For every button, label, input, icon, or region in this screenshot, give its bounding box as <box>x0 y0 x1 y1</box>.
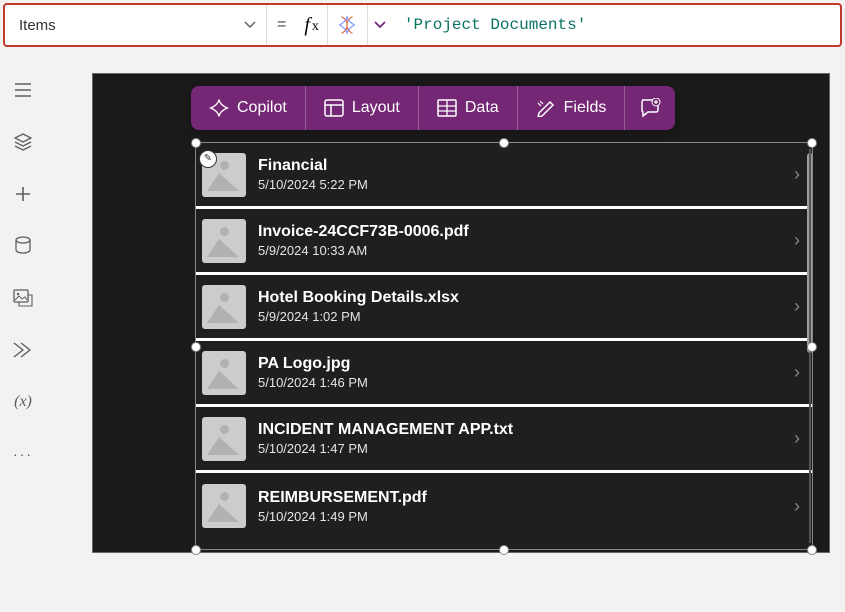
row-subtitle: 5/10/2024 1:49 PM <box>258 509 782 524</box>
scrollbar[interactable] <box>807 153 812 353</box>
comment-plus-icon <box>639 98 661 118</box>
gallery-row[interactable]: ✎ Financial 5/10/2024 5:22 PM › <box>196 143 812 209</box>
row-subtitle: 5/10/2024 1:46 PM <box>258 375 782 390</box>
resize-handle[interactable] <box>807 342 817 352</box>
thumbnail-icon <box>202 484 246 528</box>
gallery-row[interactable]: REIMBURSEMENT.pdf 5/10/2024 1:49 PM › <box>196 473 812 539</box>
insert-button[interactable] <box>11 182 35 206</box>
toolbar-fields-label: Fields <box>564 99 607 117</box>
copilot-icon <box>209 98 229 118</box>
gallery-row[interactable]: PA Logo.jpg 5/10/2024 1:46 PM › <box>196 341 812 407</box>
resize-handle[interactable] <box>807 545 817 555</box>
row-title: Invoice-24CCF73B-0006.pdf <box>258 223 782 241</box>
toolbar-data-label: Data <box>465 99 499 117</box>
chevron-right-icon[interactable]: › <box>794 362 800 383</box>
thumbnail-icon <box>202 285 246 329</box>
property-selector[interactable]: Items <box>5 5 267 45</box>
row-subtitle: 5/9/2024 10:33 AM <box>258 243 782 258</box>
variable-icon: (x) <box>14 393 32 411</box>
formula-bar: Items = fx 'Project Documents' <box>3 3 842 47</box>
fx-icon: f <box>304 14 310 37</box>
thumbnail-icon <box>202 219 246 263</box>
property-name: Items <box>19 17 56 34</box>
layers-icon <box>13 132 33 152</box>
gallery-row[interactable]: INCIDENT MANAGEMENT APP.txt 5/10/2024 1:… <box>196 407 812 473</box>
chevron-right-icon[interactable]: › <box>794 164 800 185</box>
database-icon <box>14 236 32 256</box>
row-title: PA Logo.jpg <box>258 355 782 373</box>
row-title: Hotel Booking Details.xlsx <box>258 289 782 307</box>
chevron-down-icon <box>374 19 386 31</box>
copilot-formula-button[interactable] <box>328 5 368 45</box>
gallery-row[interactable]: Invoice-24CCF73B-0006.pdf 5/9/2024 10:33… <box>196 209 812 275</box>
more-button[interactable]: ··· <box>11 442 35 466</box>
chevron-down-icon <box>244 19 256 31</box>
chevron-right-icon[interactable]: › <box>794 428 800 449</box>
row-subtitle: 5/10/2024 1:47 PM <box>258 441 782 456</box>
toolbar-fields-button[interactable]: Fields <box>518 86 626 130</box>
copilot-spark-icon <box>336 14 358 36</box>
left-rail: (x) ··· <box>0 58 46 565</box>
chevron-right-icon[interactable]: › <box>794 230 800 251</box>
plus-icon <box>14 185 32 203</box>
table-icon <box>437 99 457 117</box>
toolbar-comment-button[interactable] <box>625 86 675 130</box>
resize-handle[interactable] <box>499 138 509 148</box>
toolbar-data-button[interactable]: Data <box>419 86 518 130</box>
toolbar-layout-label: Layout <box>352 99 400 117</box>
formula-value[interactable]: 'Project Documents' <box>392 16 840 34</box>
edit-template-icon[interactable]: ✎ <box>199 150 217 168</box>
resize-handle[interactable] <box>499 545 509 555</box>
hamburger-icon <box>14 81 32 99</box>
toolbar-layout-button[interactable]: Layout <box>306 86 419 130</box>
media-button[interactable] <box>11 286 35 310</box>
chevron-right-icon[interactable]: › <box>794 496 800 517</box>
toolbar-copilot-button[interactable]: Copilot <box>191 86 306 130</box>
canvas[interactable]: Copilot Layout Data Fields ✎ <box>92 73 830 553</box>
tree-view-button[interactable] <box>11 130 35 154</box>
thumbnail-icon <box>202 417 246 461</box>
toolbar-copilot-label: Copilot <box>237 99 287 117</box>
resize-handle[interactable] <box>191 545 201 555</box>
ellipsis-icon: ··· <box>13 446 33 462</box>
gallery-row[interactable]: Hotel Booking Details.xlsx 5/9/2024 1:02… <box>196 275 812 341</box>
resize-handle[interactable] <box>807 138 817 148</box>
layout-icon <box>324 99 344 117</box>
chevron-right-icon[interactable]: › <box>794 296 800 317</box>
row-title: INCIDENT MANAGEMENT APP.txt <box>258 421 782 439</box>
variables-button[interactable]: (x) <box>11 390 35 414</box>
hamburger-button[interactable] <box>11 78 35 102</box>
flow-icon <box>13 341 33 359</box>
row-title: Financial <box>258 157 782 175</box>
equals-label: = <box>267 16 296 34</box>
power-automate-button[interactable] <box>11 338 35 362</box>
thumbnail-icon <box>202 351 246 395</box>
formula-expand-button[interactable] <box>368 19 392 31</box>
row-subtitle: 5/10/2024 5:22 PM <box>258 177 782 192</box>
data-button[interactable] <box>11 234 35 258</box>
row-subtitle: 5/9/2024 1:02 PM <box>258 309 782 324</box>
gallery[interactable]: ✎ Financial 5/10/2024 5:22 PM › Invoice-… <box>196 143 812 549</box>
resize-handle[interactable] <box>191 342 201 352</box>
context-toolbar: Copilot Layout Data Fields <box>191 86 675 130</box>
thumbnail-icon: ✎ <box>202 153 246 197</box>
resize-handle[interactable] <box>191 138 201 148</box>
fx-button[interactable]: fx <box>296 5 328 45</box>
pencil-icon <box>536 99 556 117</box>
row-title: REIMBURSEMENT.pdf <box>258 489 782 507</box>
media-icon <box>13 289 33 307</box>
